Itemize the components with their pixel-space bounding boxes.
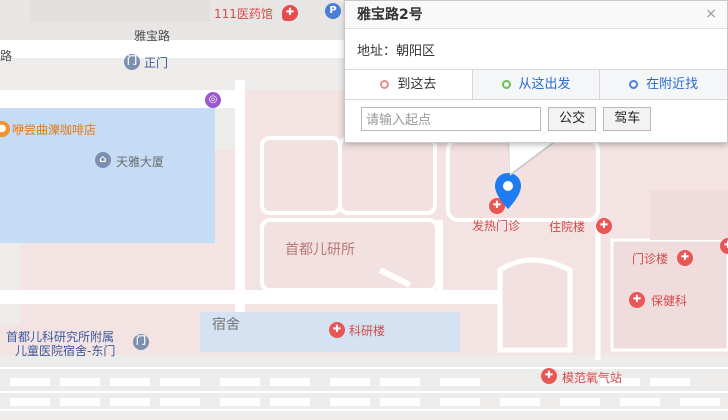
hospital-pin-outpatient[interactable]: ✚ [677,250,693,266]
poi-dorm-gate-line1[interactable]: 首都儿科研究所附属 [6,330,114,344]
address-label: 地址： [357,43,397,58]
block-b [338,136,437,215]
origin-dot-icon [501,80,511,89]
close-icon[interactable]: × [705,6,717,22]
poi-oxygen[interactable]: 模范氧气站 [562,371,622,385]
poi-health[interactable]: 保健科 [651,294,687,308]
shop-icon[interactable]: ◎ [205,92,221,108]
tab-search-nearby-label: 在附近找 [646,77,699,92]
route-tabs: 到这去 从这出发 在附近找 [345,69,728,100]
tab-start-here-label: 从这出发 [518,77,571,92]
hospital-pin-research[interactable]: ✚ [329,322,345,338]
info-window-title: 雅宝路2号 [345,1,727,29]
poi-zhengmen[interactable]: 正门 [144,56,168,70]
poi-fever-clinic[interactable]: 发热门诊 [472,219,520,233]
destination-dot-icon [380,80,390,89]
start-point-input[interactable] [361,107,541,131]
road-inner-left [235,80,245,320]
driveway [497,257,573,353]
gate-icon[interactable]: 门 [124,54,140,70]
hospital-pin-health[interactable]: ✚ [629,292,645,308]
address-row: 地址：朝阳区 [345,29,727,69]
poi-pharmacy[interactable]: 111医药馆 [214,7,273,21]
tab-go-here-label: 到这去 [397,77,437,92]
block-a [260,136,342,215]
tab-go-here[interactable]: 到这去 [345,70,473,99]
road-label-yabao: 雅宝路 [134,29,171,43]
address-value: 朝阳区 [396,43,436,58]
gate-icon-east[interactable]: 门 [133,334,149,350]
poi-dorm: 宿舍 [212,317,240,333]
road-yabao [0,40,360,58]
popup-pointer [509,141,554,174]
pharmacy-icon[interactable]: ✚ [282,5,298,21]
hospital-pin-inpatient[interactable]: ✚ [596,218,612,234]
poi-coffee[interactable]: 咿尝曲濼咖啡店 [12,123,96,137]
poi-inpatient[interactable]: 住院楼 [549,220,585,234]
poi-institute[interactable]: 首都儿研所 [285,243,355,257]
road-inner-1 [0,90,235,108]
building-icon[interactable]: ⌂ [95,152,111,168]
poi-dorm-gate-line2[interactable]: 儿童医院宿舍-东门 [15,344,115,358]
poi-outpatient[interactable]: 门诊楼 [632,252,668,266]
road-label-left: 路 [0,49,13,63]
parking-icon[interactable]: P [325,3,341,19]
tab-start-here[interactable]: 从这出发 [472,70,601,99]
poi-research[interactable]: 科研楼 [349,324,385,338]
poi-tianya[interactable]: 天雅大厦 [116,155,164,169]
tab-search-nearby[interactable]: 在附近找 [600,70,728,99]
top-building [30,0,210,22]
route-search-row: 公交 驾车 [345,100,727,140]
search-nearby-icon [629,80,639,89]
info-window: 雅宝路2号 × 地址：朝阳区 到这去 从这出发 在附近找 公交 驾车 [344,0,728,143]
road-inner-2 [0,290,520,304]
location-pin-icon[interactable] [494,172,522,210]
block-east [650,190,728,240]
transit-button[interactable]: 公交 [548,107,597,131]
hospital-pin-oxygen[interactable]: ✚ [541,368,557,384]
drive-button[interactable]: 驾车 [603,107,652,131]
